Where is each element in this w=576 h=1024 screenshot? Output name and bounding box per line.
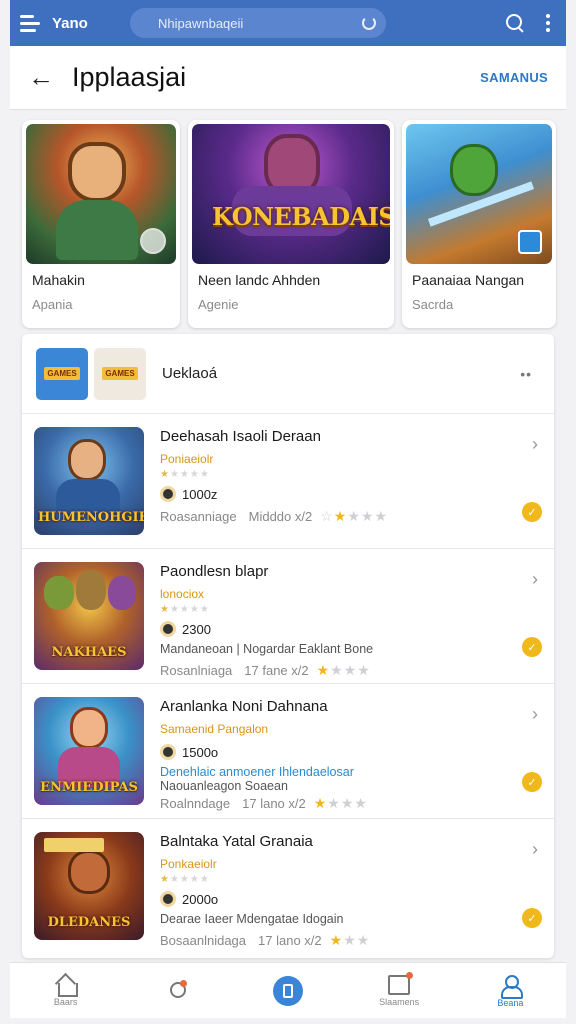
search-icon[interactable] — [506, 14, 524, 32]
nav-library[interactable] — [243, 975, 333, 1006]
category-label: Ueklaoá — [162, 365, 218, 382]
status-check-icon: ✓ — [522, 772, 542, 792]
library-icon — [272, 975, 303, 1006]
category-thumb: GAMES — [94, 347, 146, 400]
explore-icon — [166, 979, 188, 1002]
nav-label: Slaamens — [379, 996, 420, 1007]
app-title: Balntaka Yatal Granaia — [160, 833, 313, 850]
page-title: Ipplaasjai — [72, 62, 187, 92]
download-icon — [160, 486, 176, 502]
menu-icon[interactable] — [20, 10, 46, 36]
bottom-navigation: Baars Slaamens Beana — [10, 962, 566, 1018]
play-badge-icon — [140, 228, 166, 254]
app-brand: Yano — [52, 14, 88, 32]
app-meta: Bosaanlnidaga 17 lano x/2 ★★★ — [160, 932, 371, 948]
more-icon[interactable]: •• — [520, 366, 532, 382]
download-count: 2000o — [160, 891, 514, 907]
app-description: Denehlaic anmoener Ihlendaelosar — [160, 765, 354, 779]
app-title: Aranlanka Noni Dahnana — [160, 698, 328, 715]
nav-profile[interactable]: Beana — [465, 974, 555, 1008]
chevron-right-icon[interactable]: › — [532, 839, 538, 860]
app-list-item[interactable]: ENMIEDIPAS Aranlanka Noni Dahnana Samaen… — [22, 684, 554, 819]
app-list-item[interactable]: HUMENOHGIER Deehasah Isaoli Deraan Ponia… — [22, 414, 554, 549]
nav-explore[interactable] — [132, 979, 222, 1002]
app-category: Samaenid Pangalon — [160, 722, 269, 736]
app-title: Paondlesn blapr — [160, 563, 269, 580]
app-description-secondary: Naouanleagon Soaean — [160, 779, 288, 793]
download-icon — [160, 621, 176, 637]
nav-label: Baars — [53, 996, 78, 1007]
app-thumbnail: NAKHAES — [34, 562, 144, 670]
profile-icon — [499, 974, 524, 999]
featured-image: KONEBADAIS — [192, 124, 390, 264]
featured-card[interactable]: Paanaiaa Nangan Sacrda — [402, 120, 556, 328]
app-description: Mandaneoan | Nogardar Eaklant Bone — [160, 642, 374, 656]
back-arrow-icon[interactable]: ← — [28, 62, 68, 93]
refresh-icon[interactable] — [362, 16, 376, 30]
mini-rating: ★★★★★ — [160, 604, 210, 615]
featured-image — [26, 124, 176, 264]
app-list-item[interactable]: DLEDANES Balntaka Yatal Granaia Ponkaeio… — [22, 819, 554, 954]
app-meta: Roasanniage Midddo x/2 ☆★★★★ — [160, 508, 388, 524]
search-bar-text[interactable]: Nhipawnbaqeii — [158, 16, 243, 31]
category-thumb: GAMES — [36, 347, 88, 400]
download-icon — [160, 744, 176, 760]
app-category: Ponkaeiolr — [160, 857, 217, 871]
app-thumbnail: ENMIEDIPAS — [34, 697, 144, 805]
app-description: Dearae Iaeer Mdengatae Idogain — [160, 912, 344, 926]
featured-subtitle: Apania — [32, 297, 73, 312]
updates-icon — [388, 971, 414, 995]
status-check-icon: ✓ — [522, 637, 542, 657]
status-check-icon: ✓ — [522, 502, 542, 522]
chevron-right-icon[interactable]: › — [532, 569, 538, 590]
star-rating: ★★★★ — [316, 662, 371, 678]
platform-badge-icon — [518, 230, 542, 254]
app-meta: Rosanlniaga 17 fane x/2 ★★★★ — [160, 662, 371, 678]
star-rating: ★★★ — [329, 932, 371, 948]
home-icon — [55, 975, 78, 997]
nav-updates[interactable]: Slaamens — [354, 971, 444, 1007]
more-vert-icon[interactable] — [546, 14, 550, 32]
download-count: 2300 — [160, 621, 514, 637]
page-header: ← Ipplaasjai SAMANUS — [10, 46, 566, 110]
chevron-right-icon[interactable]: › — [532, 434, 538, 455]
download-count: 1000z — [160, 486, 514, 502]
app-title: Deehasah Isaoli Deraan — [160, 428, 321, 445]
nav-label: Beana — [497, 997, 524, 1008]
featured-image — [406, 124, 552, 264]
featured-carousel: Mahakin Apania KONEBADAIS Neen landc Ahh… — [22, 120, 556, 328]
mini-rating: ★★★★★ — [160, 874, 210, 885]
star-rating: ★★★★ — [313, 795, 368, 811]
star-rating: ☆★★★★ — [320, 508, 388, 524]
featured-name: Paanaiaa Nangan — [412, 272, 525, 288]
featured-subtitle: Sacrda — [412, 297, 454, 312]
featured-logo: KONEBADAIS — [212, 202, 390, 231]
app-category: Poniaeiolr — [160, 452, 214, 466]
app-list-item[interactable]: NAKHAES Paondlesn blapr lonociox ★★★★★ 2… — [22, 549, 554, 684]
download-icon — [160, 891, 176, 907]
top-app-bar: Yano Nhipawnbaqeii — [10, 0, 566, 46]
header-action-button[interactable]: SAMANUS — [480, 70, 548, 85]
search-bar[interactable]: Nhipawnbaqeii — [130, 8, 386, 38]
featured-card[interactable]: KONEBADAIS Neen landc Ahhden Agenie — [188, 120, 394, 328]
featured-card[interactable]: Mahakin Apania — [22, 120, 180, 328]
app-category: lonociox — [160, 587, 205, 601]
app-thumbnail: HUMENOHGIER — [34, 427, 144, 535]
app-list-panel: GAMES GAMES Ueklaoá •• HUMENOHGIER Deeha… — [22, 334, 554, 958]
featured-name: Neen landc Ahhden — [198, 272, 321, 288]
app-meta: Roalnndage 17 lano x/2 ★★★★ — [160, 795, 368, 811]
chevron-right-icon[interactable]: › — [532, 704, 538, 725]
featured-name: Mahakin — [32, 272, 85, 288]
category-header[interactable]: GAMES GAMES Ueklaoá •• — [22, 334, 554, 414]
app-thumbnail: DLEDANES — [34, 832, 144, 940]
download-count: 1500o — [160, 744, 514, 760]
status-check-icon: ✓ — [522, 908, 542, 928]
featured-subtitle: Agenie — [198, 297, 239, 312]
nav-home[interactable]: Baars — [21, 975, 111, 1007]
mini-rating: ★★★★★ — [160, 469, 210, 480]
